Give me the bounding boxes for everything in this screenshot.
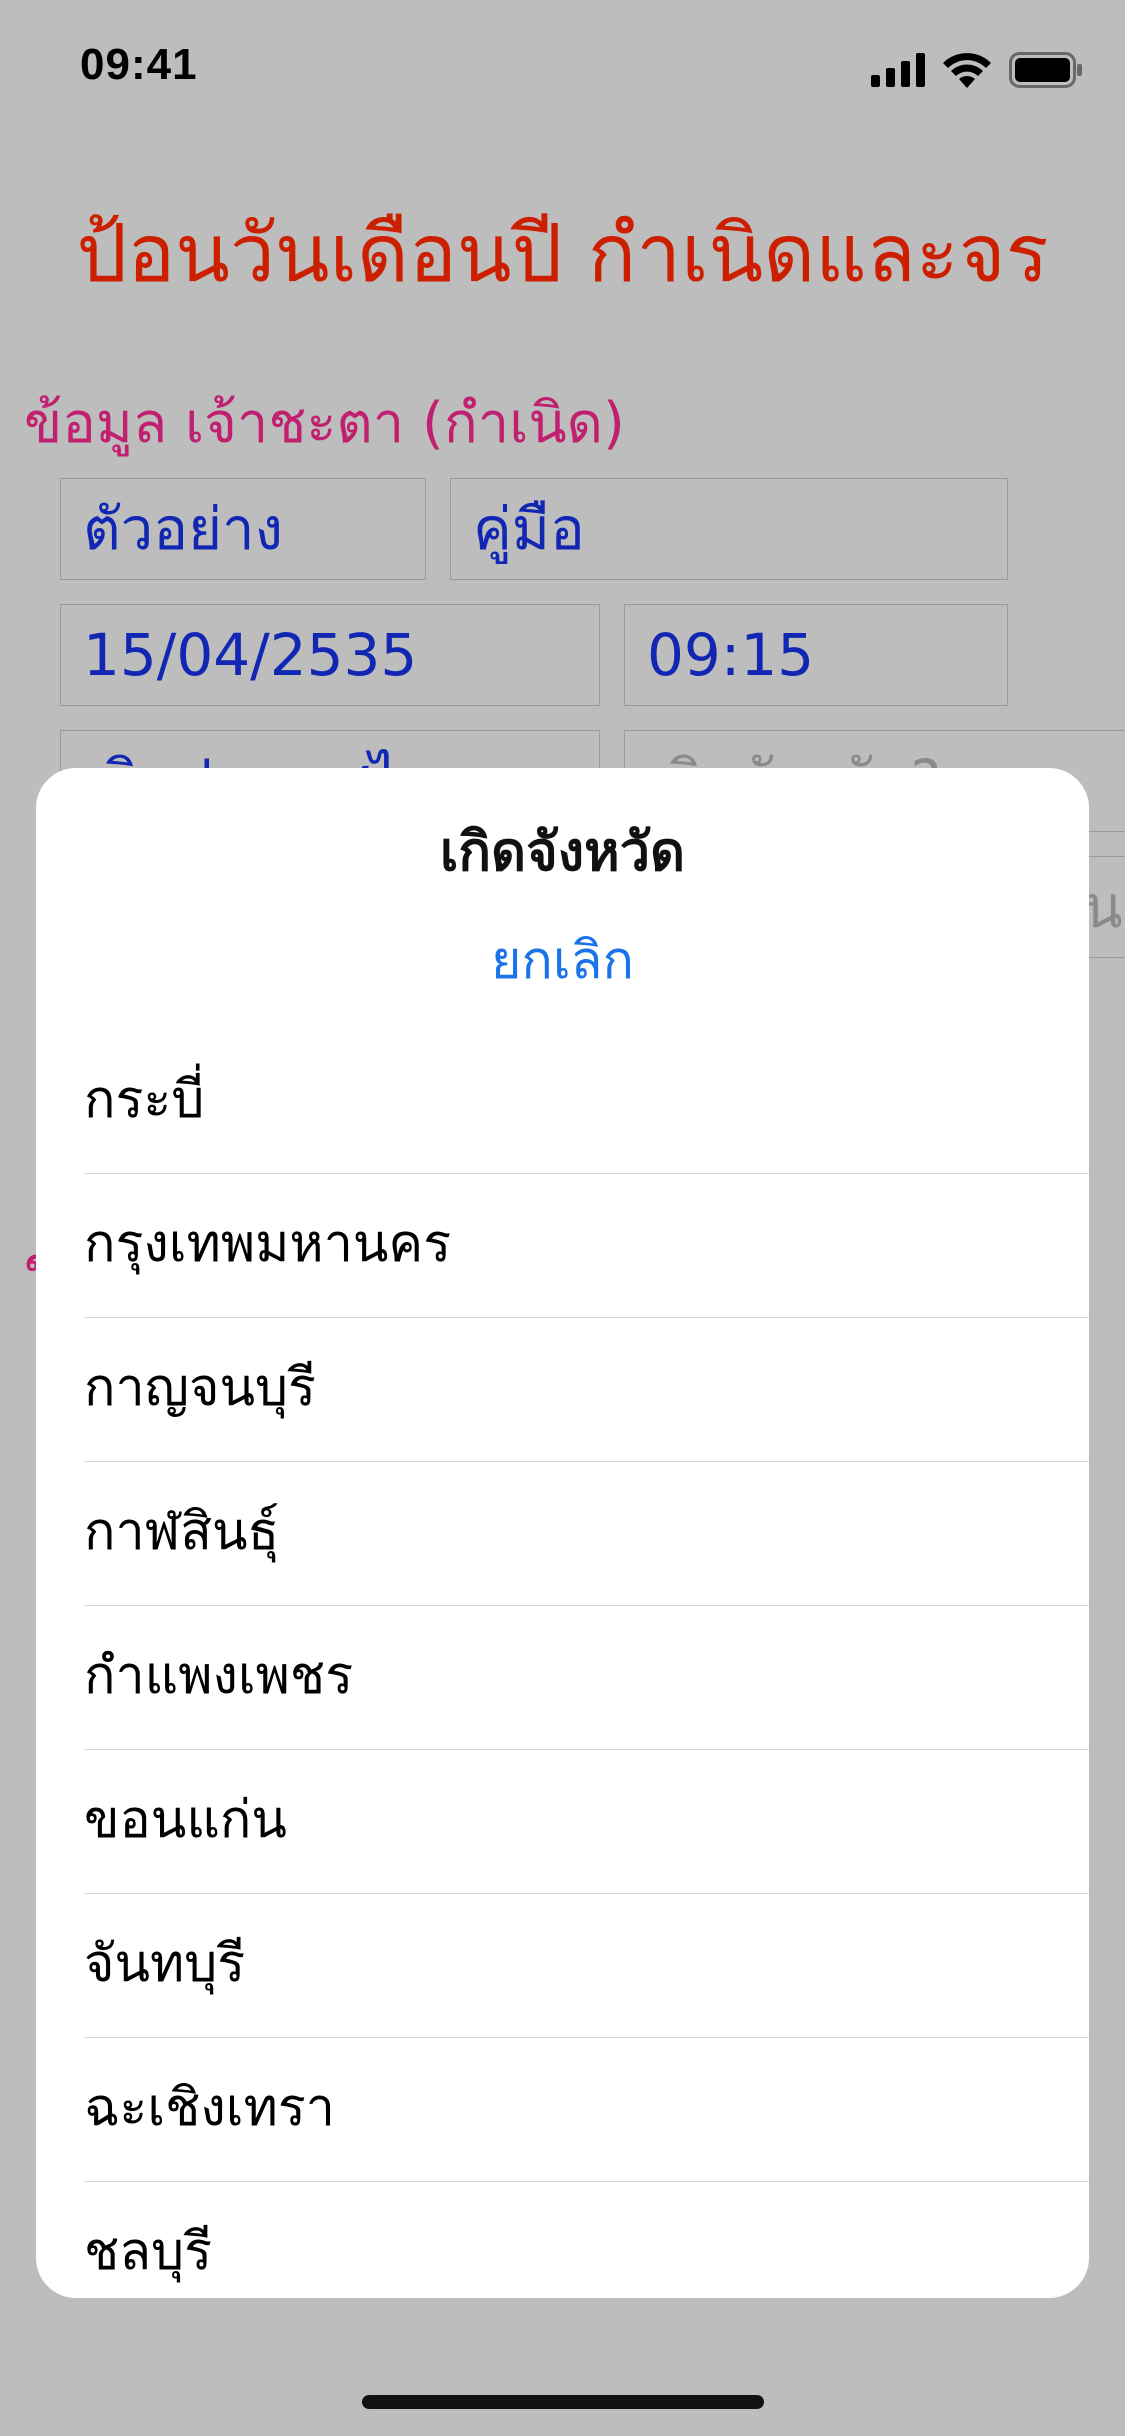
province-item-khon-kaen[interactable]: ขอนแก่น [36,1750,1089,1894]
cancel-button[interactable]: ยกเลิก [36,918,1089,1001]
province-item-kanchanaburi[interactable]: กาญจนบุรี [36,1318,1089,1462]
page-title: ป้อนวันเดือนปี กำเนิดและจร [76,207,1049,300]
status-time: 09:41 [80,40,198,89]
province-item-chonburi[interactable]: ชลบุรี [36,2182,1089,2298]
cellular-signal-icon [871,53,925,87]
status-icons [871,48,1083,92]
birth-date-field[interactable]: 15/04/2535 [60,604,600,706]
birth-section-label: ข้อมูล เจ้าชะตา (กำเนิด) [24,391,625,456]
home-indicator[interactable] [362,2395,764,2409]
battery-icon [1009,52,1082,88]
province-item-bangkok[interactable]: กรุงเทพมหานคร [36,1174,1089,1318]
province-item-chanthaburi[interactable]: จันทบุรี [36,1894,1089,2038]
province-item-chachoengsao[interactable]: ฉะเชิงเทรา [36,2038,1089,2182]
province-item-kamphaeng-phet[interactable]: กำแพงเพชร [36,1606,1089,1750]
sheet-title: เกิดจังหวัด [439,820,686,883]
province-item-kalasin[interactable]: กาฬสินธุ์ [36,1462,1089,1606]
province-action-sheet: เกิดจังหวัด ยกเลิก กระบี่ กรุงเทพมหานคร … [36,768,1089,2298]
status-bar: 09:41 [0,0,1125,140]
wifi-icon [943,53,991,88]
sample-button[interactable]: ตัวอย่าง [60,478,426,580]
province-item-krabi[interactable]: กระบี่ [36,1030,1089,1174]
birth-time-field[interactable]: 09:15 [624,604,1008,706]
province-list: กระบี่ กรุงเทพมหานคร กาญจนบุรี กาฬสินธุ์… [36,1030,1089,2298]
manual-button[interactable]: คู่มือ [450,478,1008,580]
